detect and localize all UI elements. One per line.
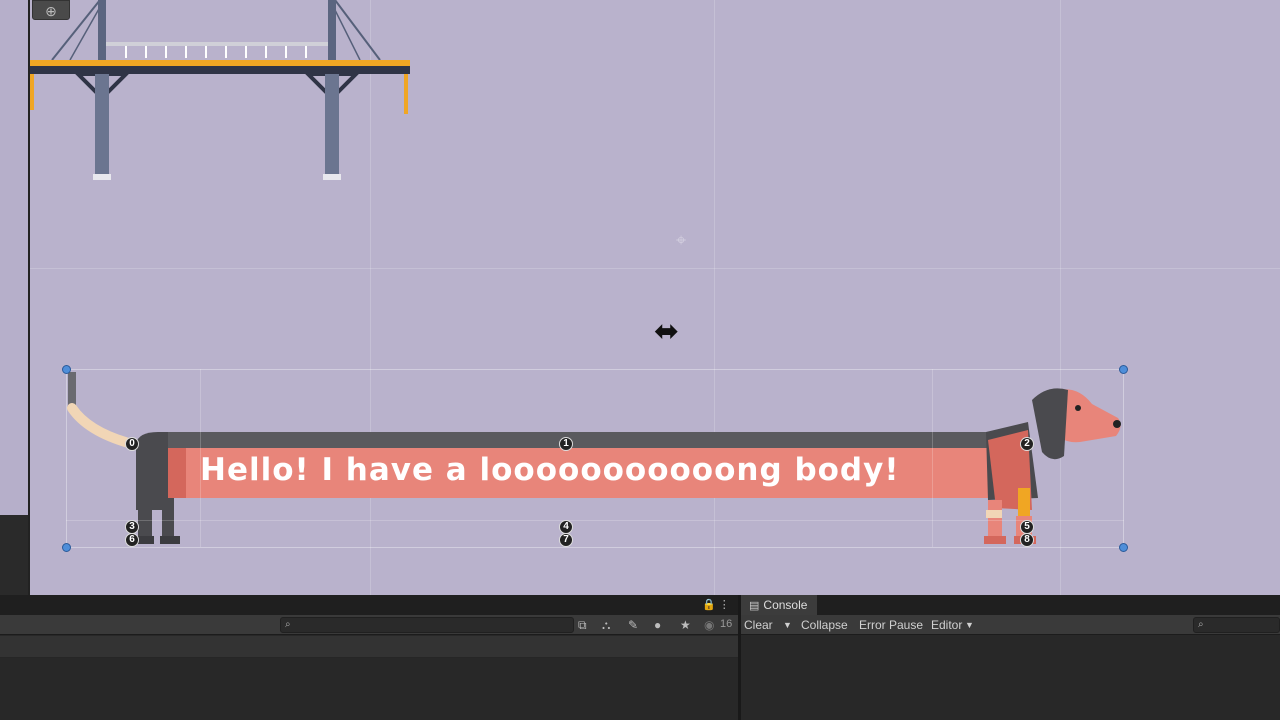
visibility-icon[interactable]: ◉	[704, 617, 714, 633]
info-icon[interactable]: ●	[654, 617, 661, 633]
bottom-panels: 🔒 ⋮ ⌕ ⧉ ⛬ ✎ ● ★ ◉ 16 ▤ Console Clear ▼ Co…	[0, 595, 1280, 720]
editor-dropdown[interactable]: Editor	[931, 615, 962, 635]
bone-marker[interactable]: 4	[559, 520, 573, 534]
bone-marker[interactable]: 0	[125, 437, 139, 451]
project-breadcrumb-row	[0, 636, 738, 658]
console-panel: ▤ Console Clear ▼ Collapse Error Pause Ed…	[741, 595, 1280, 720]
corner-handle[interactable]	[1119, 365, 1128, 374]
corner-handle[interactable]	[62, 365, 71, 374]
filter-icon[interactable]: ⛬	[602, 617, 610, 633]
search-icon: ⌕	[1198, 619, 1204, 630]
bone-marker[interactable]: 5	[1020, 520, 1034, 534]
bone-marker[interactable]: 2	[1020, 437, 1034, 451]
search-by-type-icon[interactable]: ⧉	[578, 617, 587, 633]
tab-console[interactable]: ▤ Console	[741, 595, 817, 616]
console-tabbar: ▤ Console	[741, 595, 1280, 616]
console-search-input[interactable]: ⌕	[1193, 617, 1280, 633]
project-tabbar: 🔒 ⋮	[0, 595, 738, 615]
bone-marker[interactable]: 7	[559, 533, 573, 547]
bone-marker[interactable]: 3	[125, 520, 139, 534]
console-icon: ▤	[749, 600, 760, 612]
bone-marker[interactable]: 1	[559, 437, 573, 451]
clear-button[interactable]: Clear	[744, 615, 773, 635]
favorite-star-icon[interactable]: ★	[680, 617, 691, 633]
tab-console-label: Console	[763, 598, 808, 612]
dog-body-text: Hello! I have a looooooooooong body!	[200, 452, 900, 488]
left-strip-dark	[0, 515, 28, 595]
collapse-button[interactable]: Collapse	[801, 615, 848, 635]
label-icon[interactable]: ✎	[628, 617, 638, 633]
bone-marker[interactable]: 6	[125, 533, 139, 547]
error-pause-button[interactable]: Error Pause	[859, 615, 923, 635]
search-icon: ⌕	[285, 619, 291, 630]
corner-handle[interactable]	[1119, 543, 1128, 552]
project-search-input[interactable]: ⌕	[280, 617, 574, 633]
clear-dropdown-icon[interactable]: ▼	[783, 615, 792, 635]
console-toolbar: Clear ▼ Collapse Error Pause Editor ▼ ⌕	[741, 615, 1280, 635]
project-panel: 🔒 ⋮ ⌕ ⧉ ⛬ ✎ ● ★ ◉ 16	[0, 595, 738, 720]
selection-edge	[66, 547, 1124, 548]
hidden-count: 16	[720, 618, 733, 630]
editor-dropdown-icon[interactable]: ▼	[965, 615, 974, 635]
bone-marker[interactable]: 8	[1020, 533, 1034, 547]
grid-line	[30, 268, 1280, 269]
lock-icon[interactable]: 🔒 ⋮	[702, 597, 730, 613]
slice-line	[66, 520, 1124, 521]
left-strip	[0, 0, 28, 595]
bridge-sprite	[30, 0, 410, 180]
resize-horizontal-cursor-icon: ⬌	[654, 315, 680, 348]
project-toolbar: ⌕ ⧉ ⛬ ✎ ● ★ ◉ 16	[0, 615, 738, 635]
selection-edge	[66, 369, 1124, 370]
crosshair-icon: ⌖	[676, 230, 687, 250]
corner-handle[interactable]	[62, 543, 71, 552]
